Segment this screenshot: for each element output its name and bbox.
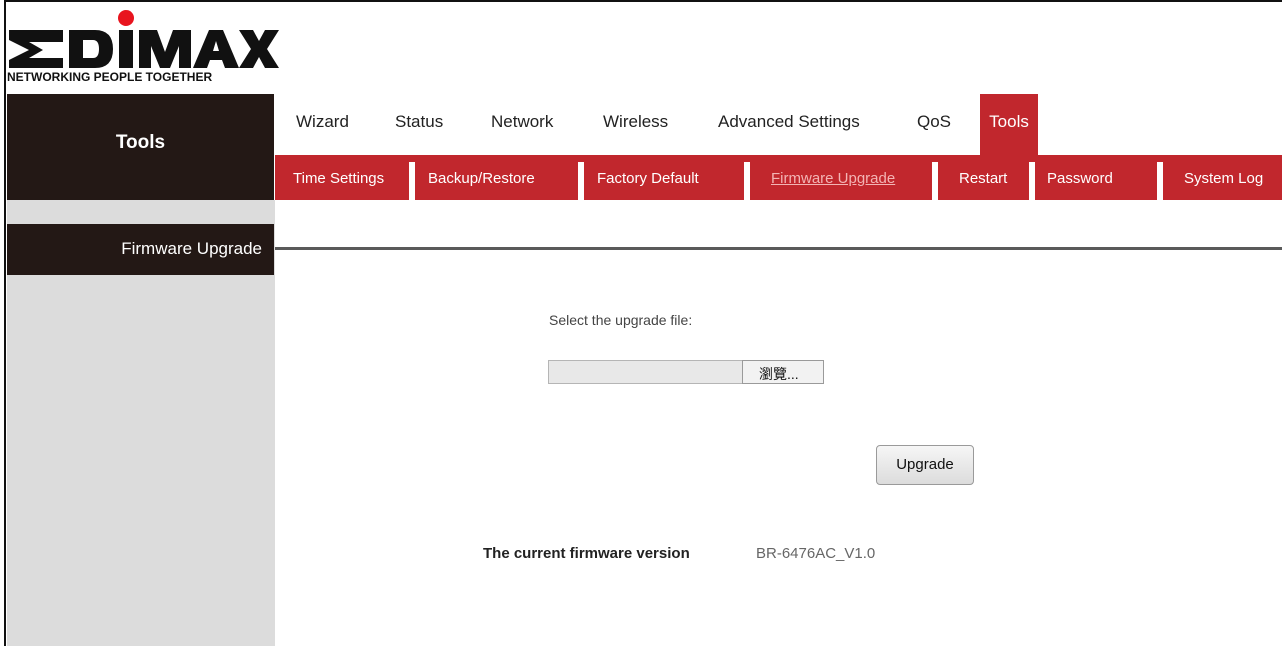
firmware-version-label: The current firmware version [483, 545, 690, 562]
subtab-firmware-upgrade[interactable]: Firmware Upgrade [771, 170, 895, 187]
subtab-restart[interactable]: Restart [959, 170, 1007, 187]
tab-status[interactable]: Status [395, 112, 443, 132]
tab-tools[interactable]: Tools [980, 94, 1038, 155]
sidebar-section-label: Tools [115, 132, 166, 153]
subtab-separator [578, 162, 584, 200]
subtab-separator [1157, 162, 1163, 200]
frame-border-left [4, 0, 6, 646]
subtab-password[interactable]: Password [1047, 170, 1113, 187]
main-nav: Wizard Status Network Wireless Advanced … [275, 94, 1282, 155]
tab-network[interactable]: Network [491, 112, 553, 132]
edimax-logo-icon [9, 10, 279, 68]
subtab-separator [409, 162, 415, 200]
frame-border-top [4, 0, 1282, 2]
tab-wizard[interactable]: Wizard [296, 112, 349, 132]
subtab-time-settings[interactable]: Time Settings [293, 170, 384, 187]
file-path-field[interactable] [548, 360, 742, 384]
firmware-version-value: BR-6476AC_V1.0 [756, 545, 876, 562]
browse-button[interactable]: 瀏覽... [742, 360, 824, 384]
section-divider [275, 247, 1282, 250]
sidebar-item-label: Firmware Upgrade [121, 239, 262, 258]
sub-nav: Time Settings Backup/Restore Factory Def… [275, 155, 1282, 200]
tab-wireless[interactable]: Wireless [603, 112, 668, 132]
brand-tagline: NETWORKING PEOPLE TOGETHER [7, 70, 213, 84]
subtab-system-log[interactable]: System Log [1184, 170, 1263, 187]
subtab-backup-restore[interactable]: Backup/Restore [428, 170, 535, 187]
subtab-separator [932, 162, 938, 200]
tab-advanced-settings[interactable]: Advanced Settings [718, 112, 860, 132]
subtab-separator [744, 162, 750, 200]
select-file-label: Select the upgrade file: [549, 312, 693, 328]
upgrade-button[interactable]: Upgrade [876, 445, 974, 485]
sidebar-section-title: Tools [7, 94, 274, 200]
tab-qos[interactable]: QoS [917, 112, 951, 132]
subtab-factory-default[interactable]: Factory Default [597, 170, 699, 187]
subtab-separator [1029, 162, 1035, 200]
page-frame: NETWORKING PEOPLE TOGETHER Tools Firmwar… [0, 0, 1282, 646]
brand-logo: NETWORKING PEOPLE TOGETHER [7, 6, 279, 90]
sidebar-item-firmware-upgrade[interactable]: Firmware Upgrade [7, 224, 274, 275]
